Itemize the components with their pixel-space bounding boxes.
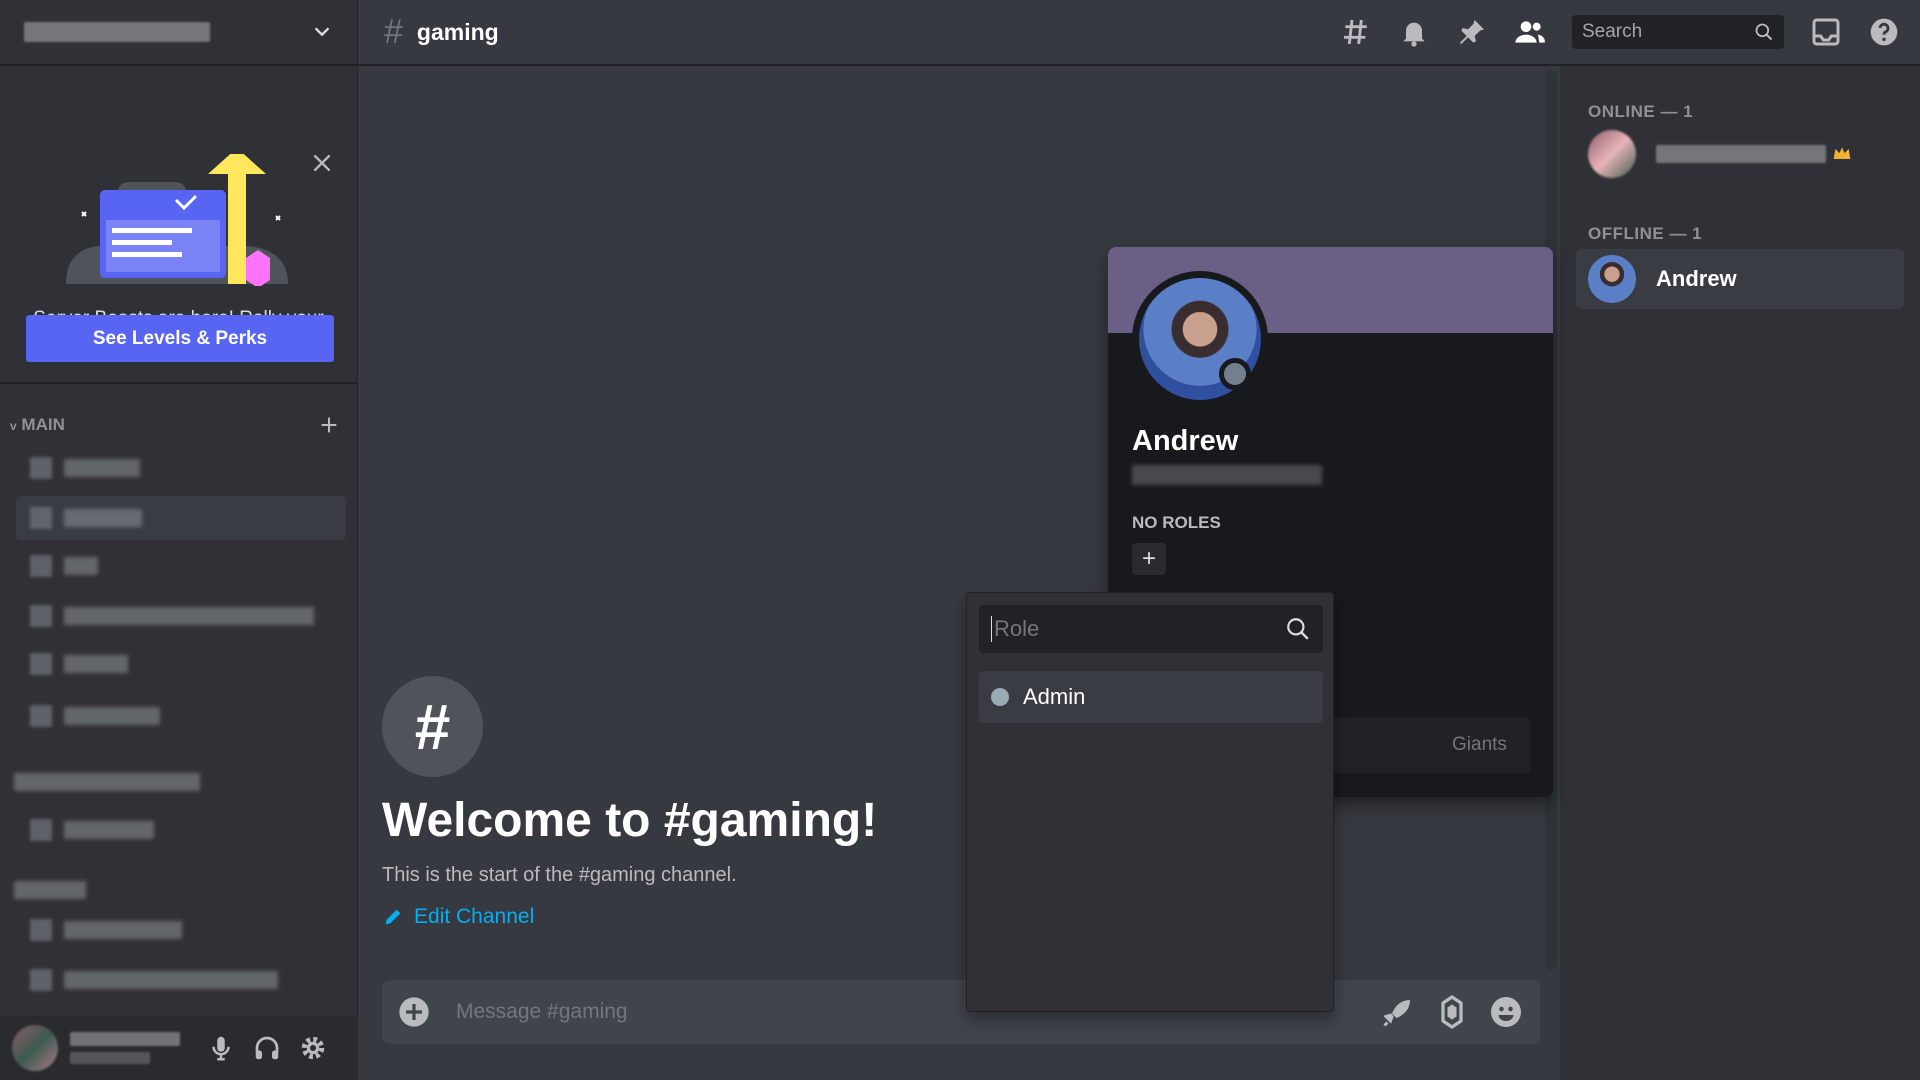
chevron-down-icon: v [10, 419, 17, 433]
category-label-blurred [14, 773, 200, 791]
role-picker: Admin [966, 592, 1334, 1012]
profile-name: Andrew [1132, 425, 1239, 457]
channel-icon [30, 605, 52, 627]
threads-icon[interactable] [1340, 16, 1372, 48]
channel-label-blurred [64, 971, 278, 989]
member-item-andrew[interactable]: Andrew [1576, 249, 1904, 309]
server-name-blurred [24, 22, 210, 42]
header-toolbar: Search [1314, 0, 1900, 64]
channel-icon [30, 819, 52, 841]
channel-item[interactable] [16, 642, 346, 686]
server-boost-illustration [66, 154, 288, 286]
boost-rocket-icon[interactable] [1380, 994, 1416, 1030]
offline-header: OFFLINE — 1 [1588, 224, 1703, 243]
add-attachment-icon[interactable] [398, 996, 430, 1028]
emoji-icon[interactable] [1488, 994, 1524, 1030]
role-name: Admin [1023, 684, 1086, 709]
channel-icon [30, 653, 52, 675]
channel-icon [30, 705, 52, 727]
category-blurred[interactable] [0, 868, 330, 912]
channel-welcome: # Welcome to #gaming! This is the start … [382, 676, 877, 929]
crown-icon [1833, 147, 1851, 159]
channel-item[interactable] [16, 958, 346, 1002]
inbox-icon[interactable] [1810, 16, 1842, 48]
message-composer [382, 980, 1540, 1044]
search-icon [1287, 618, 1309, 640]
channel-item[interactable] [16, 808, 346, 852]
role-search [979, 605, 1323, 653]
add-role-button[interactable]: + [1132, 543, 1166, 575]
avatar [1588, 255, 1636, 303]
hashtag-icon: # [382, 676, 483, 777]
role-search-input[interactable] [991, 616, 1261, 642]
gear-icon[interactable] [298, 1033, 328, 1063]
online-header: ONLINE — 1 [1588, 102, 1694, 121]
bell-icon[interactable] [1398, 16, 1430, 48]
avatar[interactable] [12, 1025, 58, 1071]
avatar[interactable] [1132, 271, 1268, 407]
server-header[interactable] [0, 0, 357, 66]
member-name: Andrew [1656, 266, 1737, 291]
channel-item-active[interactable] [16, 496, 346, 540]
channel-label-blurred [64, 509, 142, 527]
search-placeholder: Search [1582, 21, 1643, 42]
roles-header: NO ROLES [1132, 513, 1221, 532]
channel-label-blurred [64, 607, 314, 625]
member-item-online[interactable] [1576, 124, 1904, 184]
channel-label-blurred [64, 921, 182, 939]
welcome-subtitle: This is the start of the #gaming channel… [382, 864, 737, 886]
category-main[interactable]: v MAIN [10, 412, 340, 438]
hashtag-icon: # [384, 12, 403, 51]
pin-icon[interactable] [1456, 16, 1488, 48]
channel-label-blurred [64, 821, 154, 839]
channel-icon [30, 457, 52, 479]
edit-channel-label: Edit Channel [414, 905, 535, 928]
search-input[interactable]: Search [1572, 15, 1784, 49]
channel-icon [30, 919, 52, 941]
category-label: MAIN [21, 415, 65, 434]
note-text: Giants [1452, 734, 1507, 755]
channel-label-blurred [64, 655, 128, 673]
member-list: ONLINE — 1 OFFLINE — 1 Andrew [1560, 66, 1920, 1080]
category-label-blurred [14, 881, 86, 899]
channel-icon [30, 507, 52, 529]
see-levels-perks-button[interactable]: See Levels & Perks [26, 315, 334, 362]
channel-item[interactable] [16, 908, 346, 952]
close-icon[interactable] [309, 150, 335, 176]
channel-title: gaming [416, 18, 499, 45]
channel-label-blurred [64, 557, 98, 575]
channel-header: # gaming Search [358, 0, 1920, 66]
edit-channel-link[interactable]: Edit Channel [382, 905, 877, 929]
channel-icon [30, 969, 52, 991]
chevron-down-icon[interactable] [311, 21, 333, 43]
welcome-title: Welcome to #gaming! [382, 794, 878, 847]
member-list-icon[interactable] [1514, 16, 1546, 48]
channel-item[interactable] [16, 544, 346, 588]
member-name-blurred [1656, 145, 1826, 163]
channel-icon [30, 555, 52, 577]
avatar [1588, 130, 1636, 178]
sticker-icon[interactable] [1434, 994, 1470, 1030]
profile-tag-blurred [1132, 465, 1322, 485]
help-icon[interactable] [1868, 16, 1900, 48]
add-channel-icon[interactable] [318, 414, 340, 436]
channel-sidebar: Server Boosts are here! Rally your frien… [0, 0, 358, 1080]
username-blurred[interactable] [70, 1032, 190, 1064]
user-panel [0, 1016, 358, 1080]
category-blurred[interactable] [0, 760, 330, 804]
microphone-icon[interactable] [206, 1033, 236, 1063]
role-color-dot [991, 688, 1009, 706]
headphones-icon[interactable] [252, 1033, 282, 1063]
channel-item[interactable] [16, 446, 346, 490]
channel-label-blurred [64, 459, 140, 477]
role-option-admin[interactable]: Admin [979, 671, 1323, 723]
channel-item[interactable] [16, 594, 346, 638]
message-input[interactable] [456, 1000, 956, 1024]
channel-label-blurred [64, 707, 160, 725]
search-icon [1755, 23, 1773, 41]
channel-item[interactable] [16, 694, 346, 738]
pencil-icon [385, 909, 401, 925]
